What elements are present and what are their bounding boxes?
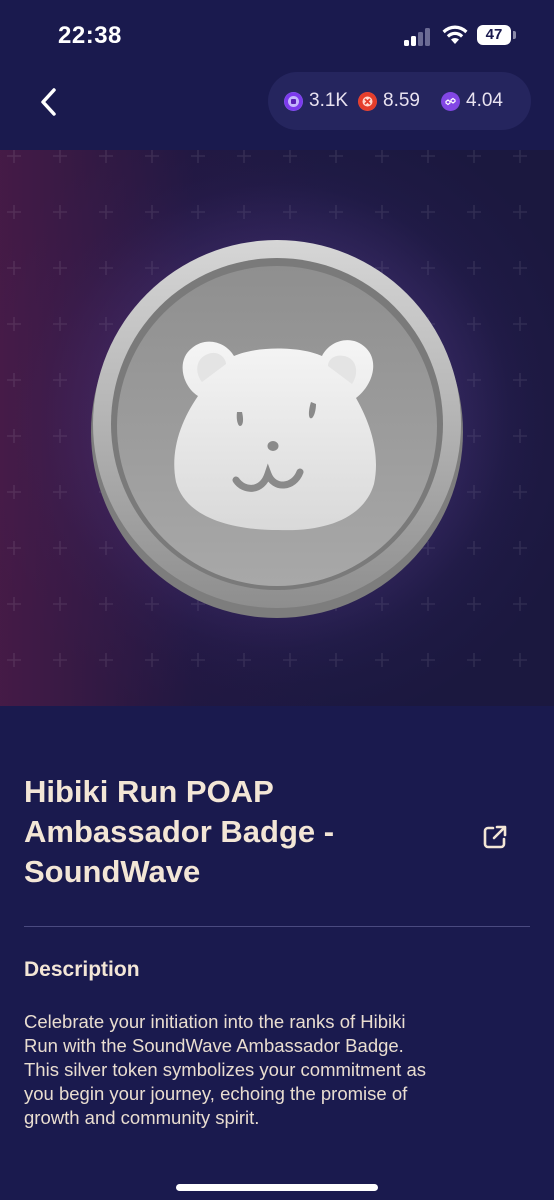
description-line: growth and community spirit. — [24, 1107, 260, 1128]
description-heading: Description — [24, 958, 140, 981]
cellular-signal-icon — [404, 28, 432, 46]
hibiki-token-icon — [284, 91, 303, 111]
balance-polygon-value: 4.04 — [466, 90, 503, 111]
back-button[interactable] — [30, 80, 70, 124]
badge-title-line: Ambassador Badge - — [24, 814, 335, 849]
badge-title-line: SoundWave — [24, 854, 201, 889]
status-time: 22:38 — [58, 22, 122, 49]
description-line: you begin your journey, echoing the prom… — [24, 1083, 408, 1104]
balance-red-token-value: 8.59 — [383, 90, 420, 111]
badge-title-line: Hibiki Run POAP — [24, 774, 274, 809]
external-link-button[interactable] — [480, 822, 510, 852]
external-link-icon — [483, 825, 507, 849]
chevron-left-icon — [41, 88, 56, 116]
hamster-silver-coin-icon — [17, 163, 537, 683]
description-line: Run with the SoundWave Ambassador Badge. — [24, 1035, 404, 1056]
description-text: Celebrate your initiation into the ranks… — [24, 1010, 534, 1130]
description-line: This silver token symbolizes your commit… — [24, 1059, 426, 1080]
battery-nub — [513, 31, 516, 39]
balance-hibiki-value: 3.1K — [309, 90, 349, 111]
polygon-icon — [441, 91, 460, 111]
balances-pill[interactable]: 3.1K 8.59 4.04 — [268, 72, 531, 130]
status-bar: 22:38 47 — [0, 0, 554, 72]
balance-hibiki[interactable]: 3.1K — [284, 90, 348, 112]
badge-artwork — [0, 150, 554, 706]
balance-polygon[interactable]: 4.04 — [441, 90, 503, 112]
red-token-icon — [358, 91, 377, 111]
battery-icon: 47 — [477, 25, 511, 45]
home-indicator[interactable] — [176, 1184, 378, 1191]
description-line: Celebrate your initiation into the ranks… — [24, 1011, 406, 1032]
badge-title: Hibiki Run POAP Ambassador Badge - Sound… — [24, 772, 464, 892]
section-divider — [24, 926, 530, 927]
balance-red-token[interactable]: 8.59 — [358, 90, 420, 112]
wifi-icon — [442, 25, 468, 44]
